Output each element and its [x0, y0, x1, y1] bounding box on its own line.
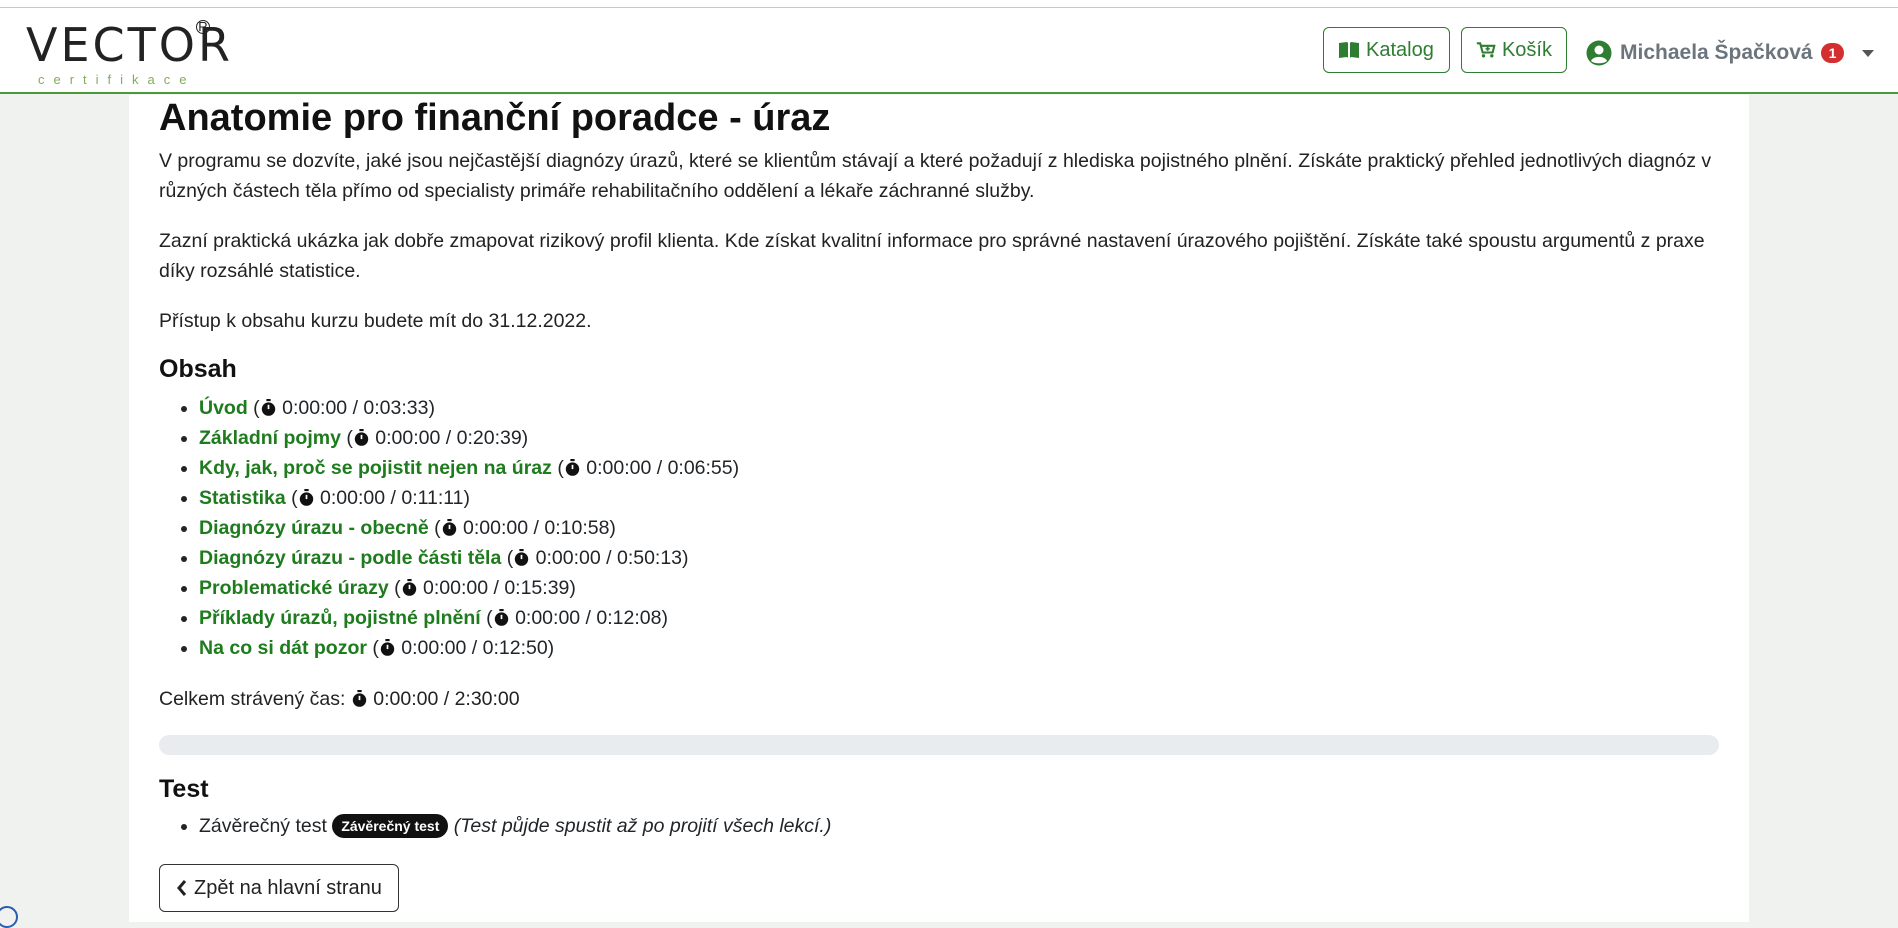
list-item: Diagnózy úrazu - obecně ( 0:00:00 / 0:10… — [199, 513, 739, 543]
lesson-link[interactable]: Diagnózy úrazu - podle části těla — [199, 547, 501, 569]
lesson-link[interactable]: Základní pojmy — [199, 427, 341, 449]
stopwatch-icon — [565, 459, 580, 476]
top-navbar: VECTOR R certifikace Katalog Košík Micha… — [0, 8, 1898, 94]
stopwatch-icon — [494, 609, 508, 626]
cart-plus-icon — [1476, 42, 1496, 58]
browser-top-line — [0, 0, 1898, 8]
list-item: Na co si dát pozor ( 0:00:00 / 0:12:50) — [199, 633, 739, 663]
stopwatch-icon — [402, 579, 416, 596]
lesson-link[interactable]: Statistika — [199, 487, 286, 509]
list-item: Diagnózy úrazu - podle části těla ( 0:00… — [199, 543, 739, 573]
chevron-down-icon[interactable] — [1862, 49, 1875, 57]
course-title: Anatomie pro finanční poradce - úraz — [159, 97, 831, 139]
cart-label: Košík — [1501, 38, 1552, 61]
test-note: (Test půjde spustit až po projití všech … — [453, 815, 832, 837]
lesson-time: 0:00:00 / 0:50:13 — [535, 547, 683, 569]
lesson-list: Úvod ( 0:00:00 / 0:03:33)Základní pojmy … — [159, 393, 739, 663]
list-item: Problematické úrazy ( 0:00:00 / 0:15:39) — [199, 573, 739, 603]
list-item: Kdy, jak, proč se pojistit nejen na úraz… — [199, 453, 739, 483]
test-heading: Test — [159, 775, 209, 803]
logo-subtext: certifikace — [38, 72, 196, 87]
course-progress-bar — [159, 735, 1719, 755]
lesson-link[interactable]: Problematické úrazy — [199, 577, 389, 599]
registered-mark: R — [196, 20, 210, 34]
lesson-time: 0:00:00 / 0:06:55 — [586, 457, 733, 479]
catalog-label: Katalog — [1366, 38, 1434, 61]
stopwatch-icon — [380, 639, 395, 656]
course-description-1: V programu se dozvíte, jaké jsou nejčast… — [159, 150, 1712, 202]
course-access-note: Přístup k obsahu kurzu budete mít do 31.… — [159, 310, 592, 332]
list-item: Příklady úrazů, pojistné plnění ( 0:00:0… — [199, 603, 739, 633]
catalog-button[interactable]: Katalog — [1323, 27, 1450, 73]
list-item: Úvod ( 0:00:00 / 0:03:33) — [199, 393, 739, 423]
lesson-link[interactable]: Úvod — [199, 397, 248, 419]
lesson-link[interactable]: Diagnózy úrazu - obecně — [199, 517, 429, 539]
help-widget-icon[interactable] — [0, 906, 18, 928]
stopwatch-icon — [299, 489, 313, 506]
list-item: Základní pojmy ( 0:00:00 / 0:20:39) — [199, 423, 739, 453]
list-item: Statistika ( 0:00:00 / 0:11:11) — [199, 483, 739, 513]
course-card: Anatomie pro finanční poradce - úraz V p… — [129, 95, 1749, 922]
total-time-row: Celkem strávený čas: 0:00:00 / 2:30:00 — [159, 684, 1721, 714]
lesson-time: 0:00:00 / 0:20:39 — [375, 427, 522, 449]
cart-button[interactable]: Košík — [1461, 27, 1567, 73]
back-button-label: Zpět na hlavní stranu — [194, 876, 382, 899]
stopwatch-icon — [352, 690, 367, 707]
course-description-2: Zazní praktická ukázka jak dobře zmapova… — [159, 230, 1705, 282]
test-list: Závěrečný test Závěrečný test (Test půjd… — [159, 811, 831, 841]
test-badge: Závěrečný test — [332, 814, 449, 838]
list-item: Závěrečný test Závěrečný test (Test půjd… — [199, 811, 831, 841]
lesson-link[interactable]: Kdy, jak, proč se pojistit nejen na úraz — [199, 457, 552, 479]
lesson-time: 0:00:00 / 0:03:33 — [282, 397, 429, 419]
user-name: Michaela Špačková — [1620, 41, 1813, 64]
chevron-left-icon — [177, 880, 187, 896]
lesson-link[interactable]: Na co si dát pozor — [199, 637, 367, 659]
lesson-time: 0:00:00 / 0:10:58 — [463, 517, 610, 539]
user-menu[interactable]: Michaela Špačková 1 — [1586, 38, 1875, 68]
stopwatch-icon — [515, 549, 529, 566]
total-time-label: Celkem strávený čas: — [159, 688, 346, 710]
lesson-link[interactable]: Příklady úrazů, pojistné plnění — [199, 607, 481, 629]
total-time-value: 0:00:00 / 2:30:00 — [373, 688, 520, 710]
vector-logo[interactable]: VECTOR R certifikace — [26, 20, 230, 90]
stopwatch-icon — [261, 399, 275, 416]
lesson-time: 0:00:00 / 0:12:08 — [515, 607, 662, 629]
notification-badge: 1 — [1820, 43, 1845, 63]
contents-heading: Obsah — [159, 355, 237, 383]
lesson-time: 0:00:00 / 0:11:11 — [320, 487, 464, 509]
stopwatch-icon — [354, 429, 369, 446]
book-open-icon — [1339, 42, 1359, 58]
test-item-label: Závěrečný test — [199, 815, 327, 837]
lesson-time: 0:00:00 / 0:12:50 — [401, 637, 548, 659]
lesson-time: 0:00:00 / 0:15:39 — [423, 577, 570, 599]
back-to-home-button[interactable]: Zpět na hlavní stranu — [159, 864, 399, 912]
stopwatch-icon — [442, 519, 456, 536]
user-avatar-icon — [1586, 40, 1612, 66]
